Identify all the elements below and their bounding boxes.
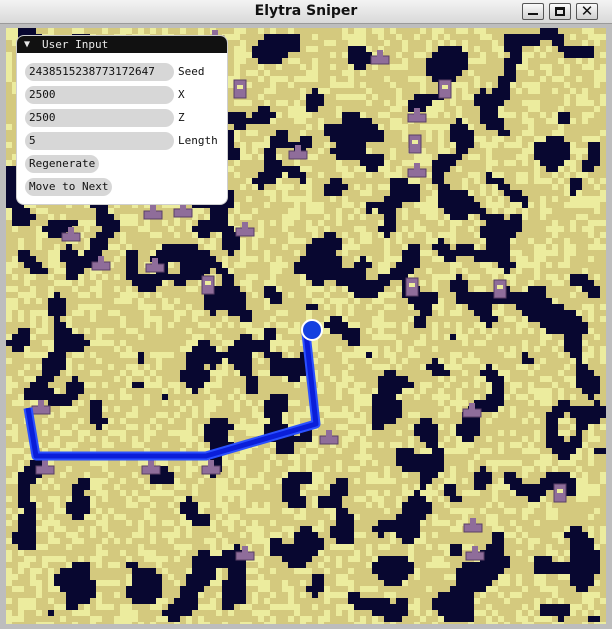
end-city-marker xyxy=(405,277,419,297)
player-position-marker[interactable] xyxy=(301,319,323,341)
end-city-marker xyxy=(408,134,422,154)
window-titlebar[interactable]: Elytra Sniper ✕ xyxy=(0,0,612,24)
window-title: Elytra Sniper xyxy=(254,3,358,19)
panel-title: User Input xyxy=(42,38,109,51)
maximize-icon xyxy=(555,7,565,16)
close-button[interactable]: ✕ xyxy=(576,3,598,20)
maximize-button[interactable] xyxy=(549,3,571,20)
seed-input[interactable] xyxy=(25,63,174,81)
end-city-marker xyxy=(438,79,452,99)
z-input[interactable] xyxy=(25,109,174,127)
user-input-panel: ▼ User Input Seed X Z Length Regenerate … xyxy=(17,36,227,204)
end-city-marker xyxy=(201,275,215,295)
seed-label: Seed xyxy=(178,65,205,78)
x-label: X xyxy=(178,88,185,101)
length-label: Length xyxy=(178,134,218,147)
length-input[interactable] xyxy=(25,132,174,150)
end-city-marker xyxy=(553,483,567,503)
end-city-marker xyxy=(493,279,507,299)
collapse-icon[interactable]: ▼ xyxy=(24,36,30,53)
minimize-icon xyxy=(528,13,538,15)
move-to-next-button[interactable]: Move to Next xyxy=(25,178,113,196)
z-label: Z xyxy=(178,111,185,124)
close-icon: ✕ xyxy=(580,2,594,20)
end-city-marker xyxy=(233,79,247,99)
regenerate-button[interactable]: Regenerate xyxy=(25,155,100,173)
minimize-button[interactable] xyxy=(522,3,544,20)
x-input[interactable] xyxy=(25,86,174,104)
panel-header[interactable]: ▼ User Input xyxy=(17,36,227,53)
